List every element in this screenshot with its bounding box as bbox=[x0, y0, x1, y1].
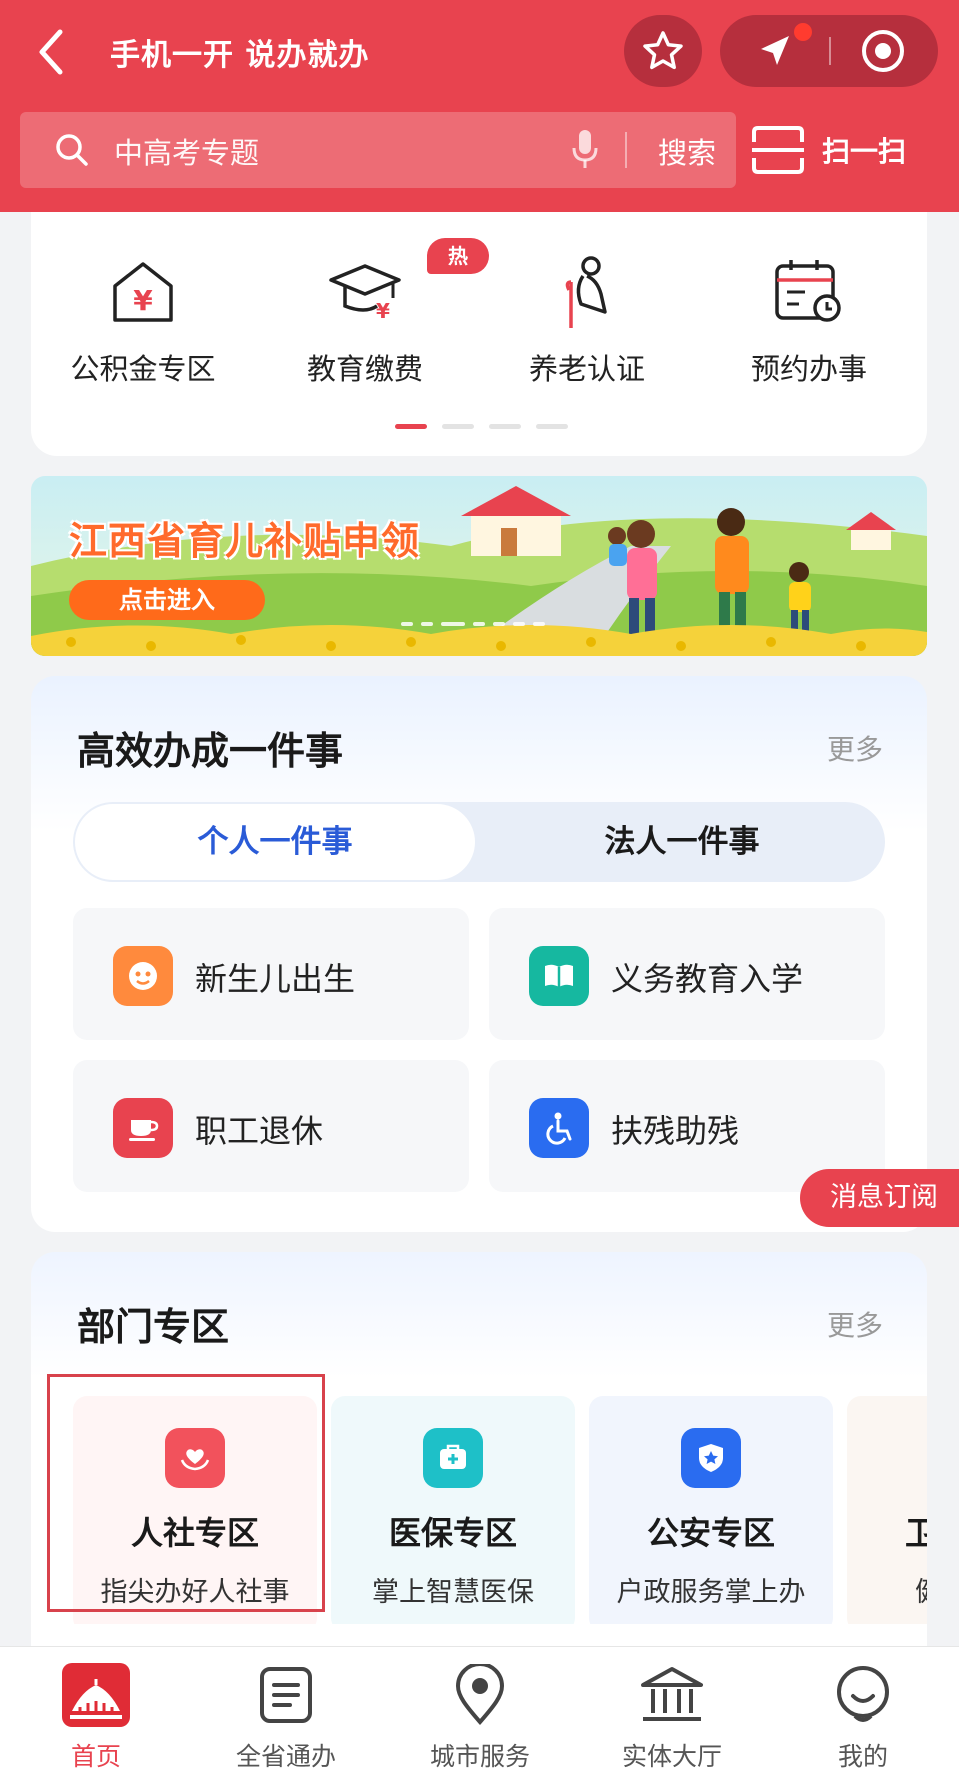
mini-program-capsule bbox=[720, 15, 938, 87]
service-item-label: 扶残助残 bbox=[611, 1112, 740, 1150]
search-bar[interactable]: 中高考专题 搜索 bbox=[20, 112, 736, 188]
housing-fund-icon: ¥ bbox=[113, 262, 173, 322]
dept-tile-health[interactable]: 卫健专区 健康服务 bbox=[847, 1396, 927, 1624]
elderly-icon bbox=[565, 256, 607, 328]
nav-province-service[interactable]: 全省通办 bbox=[196, 1659, 376, 1775]
dept-subtitle: 健康服务 bbox=[847, 1570, 927, 1609]
search-button[interactable]: 搜索 bbox=[658, 130, 716, 172]
map-pin-icon bbox=[444, 1659, 516, 1731]
document-list-icon bbox=[250, 1659, 322, 1731]
book-icon bbox=[529, 946, 589, 1006]
section-title: 部门专区 bbox=[77, 1305, 230, 1349]
dept-subtitle: 户政服务掌上办 bbox=[616, 1577, 806, 1608]
quick-services-pager bbox=[395, 424, 568, 429]
dept-tile-medical-insurance[interactable]: 医保专区 掌上智慧医保 bbox=[331, 1396, 575, 1624]
microphone-icon[interactable] bbox=[570, 128, 600, 172]
nav-home[interactable]: 首页 bbox=[6, 1659, 186, 1775]
app-title: 手机一开 说办就办 bbox=[110, 38, 370, 73]
dept-subtitle: 掌上智慧医保 bbox=[372, 1577, 534, 1608]
user-icon bbox=[827, 1659, 899, 1731]
service-type-tabs: 法人一件事 个人一件事 bbox=[73, 802, 885, 882]
efficient-services-card: 高效办成一件事 更多 法人一件事 个人一件事 新生儿出生 义务教育入学 职工退休… bbox=[31, 676, 927, 1232]
selection-highlight bbox=[47, 1374, 325, 1612]
quick-item-education-fee[interactable]: ¥ 教育缴费 bbox=[275, 252, 455, 402]
calendar-clock-icon bbox=[775, 260, 841, 322]
nav-label: 我的 bbox=[837, 1742, 888, 1771]
tab-legal-person[interactable]: 法人一件事 bbox=[479, 802, 885, 882]
service-item-retirement[interactable]: 职工退休 bbox=[73, 1060, 469, 1192]
back-button[interactable] bbox=[30, 24, 74, 80]
banner-cta-button[interactable]: 点击进入 bbox=[69, 580, 265, 620]
subscribe-button[interactable]: 消息订阅 bbox=[800, 1169, 959, 1227]
nav-label: 实体大厅 bbox=[621, 1742, 722, 1771]
svg-text:¥: ¥ bbox=[376, 299, 390, 323]
scan-icon bbox=[752, 126, 804, 174]
nav-label: 首页 bbox=[70, 1742, 121, 1771]
tea-cup-icon bbox=[113, 1098, 173, 1158]
quick-services-card: ¥ 公积金专区 ¥ 教育缴费 养老认证 预约办事 热 bbox=[31, 212, 927, 456]
search-input[interactable]: 中高考专题 bbox=[114, 130, 259, 172]
police-badge-icon bbox=[681, 1428, 741, 1488]
quick-item-appointment[interactable]: 预约办事 bbox=[719, 252, 899, 402]
quick-item-label: 公积金专区 bbox=[70, 352, 216, 386]
wheelchair-icon bbox=[529, 1098, 589, 1158]
close-miniprogram-button[interactable] bbox=[856, 29, 910, 73]
pager-dot bbox=[489, 424, 521, 429]
baby-face-icon bbox=[113, 946, 173, 1006]
banner-illustration bbox=[31, 476, 927, 656]
banner-title: 江西省育儿补贴申领 bbox=[69, 519, 421, 563]
chevron-left-icon bbox=[39, 29, 63, 75]
search-divider bbox=[625, 132, 627, 168]
quick-item-housing-fund[interactable]: ¥ 公积金专区 bbox=[53, 252, 233, 402]
service-item-education[interactable]: 义务教育入学 bbox=[489, 908, 885, 1040]
location-arrow-icon bbox=[761, 36, 789, 65]
building-icon bbox=[636, 1659, 708, 1731]
quick-item-label: 预约办事 bbox=[750, 352, 867, 386]
service-item-newborn[interactable]: 新生儿出生 bbox=[73, 908, 469, 1040]
search-icon bbox=[56, 134, 88, 166]
dept-title: 医保专区 bbox=[388, 1514, 517, 1552]
pager-dot bbox=[442, 424, 474, 429]
scan-button[interactable]: 扫一扫 bbox=[752, 118, 952, 182]
scan-label: 扫一扫 bbox=[822, 135, 907, 168]
service-item-label: 义务教育入学 bbox=[611, 960, 804, 998]
promo-banner[interactable]: 江西省育儿补贴申领 点击进入 bbox=[31, 476, 927, 656]
favorite-button[interactable] bbox=[624, 15, 702, 87]
target-icon bbox=[862, 30, 904, 72]
quick-item-label: 教育缴费 bbox=[306, 352, 423, 386]
star-icon bbox=[643, 31, 683, 70]
nav-city-service[interactable]: 城市服务 bbox=[390, 1659, 570, 1775]
service-item-label: 职工退休 bbox=[195, 1112, 324, 1150]
notification-dot bbox=[792, 21, 814, 43]
dept-title: 卫健专区 bbox=[904, 1514, 927, 1552]
bottom-navigation: 首页 全省通办 城市服务 实体大厅 我的 bbox=[0, 1646, 959, 1776]
tab-individual[interactable]: 个人一件事 bbox=[75, 804, 475, 880]
dept-title: 公安专区 bbox=[646, 1514, 775, 1552]
nav-profile[interactable]: 我的 bbox=[773, 1659, 953, 1775]
dept-tile-public-security[interactable]: 公安专区 户政服务掌上办 bbox=[589, 1396, 833, 1624]
pager-dot bbox=[395, 424, 427, 429]
nav-label: 城市服务 bbox=[429, 1742, 530, 1771]
header: 手机一开 说办就办 中高考专题 搜索 扫一扫 bbox=[0, 0, 959, 212]
home-icon bbox=[60, 1659, 132, 1731]
capsule-divider bbox=[829, 37, 831, 65]
graduation-cap-icon: ¥ bbox=[329, 264, 401, 323]
quick-item-label: 养老认证 bbox=[528, 352, 645, 386]
more-link[interactable]: 更多 bbox=[827, 1304, 883, 1344]
nav-service-hall[interactable]: 实体大厅 bbox=[582, 1659, 762, 1775]
medical-kit-icon bbox=[423, 1428, 483, 1488]
section-title: 高效办成一件事 bbox=[77, 729, 344, 773]
svg-text:¥: ¥ bbox=[133, 284, 153, 317]
nav-label: 全省通办 bbox=[235, 1742, 336, 1771]
more-link[interactable]: 更多 bbox=[827, 728, 883, 768]
pager-dot bbox=[536, 424, 568, 429]
quick-item-elderly-cert[interactable]: 养老认证 bbox=[497, 252, 677, 402]
hot-badge: 热 bbox=[427, 238, 489, 274]
service-item-label: 新生儿出生 bbox=[195, 960, 356, 998]
